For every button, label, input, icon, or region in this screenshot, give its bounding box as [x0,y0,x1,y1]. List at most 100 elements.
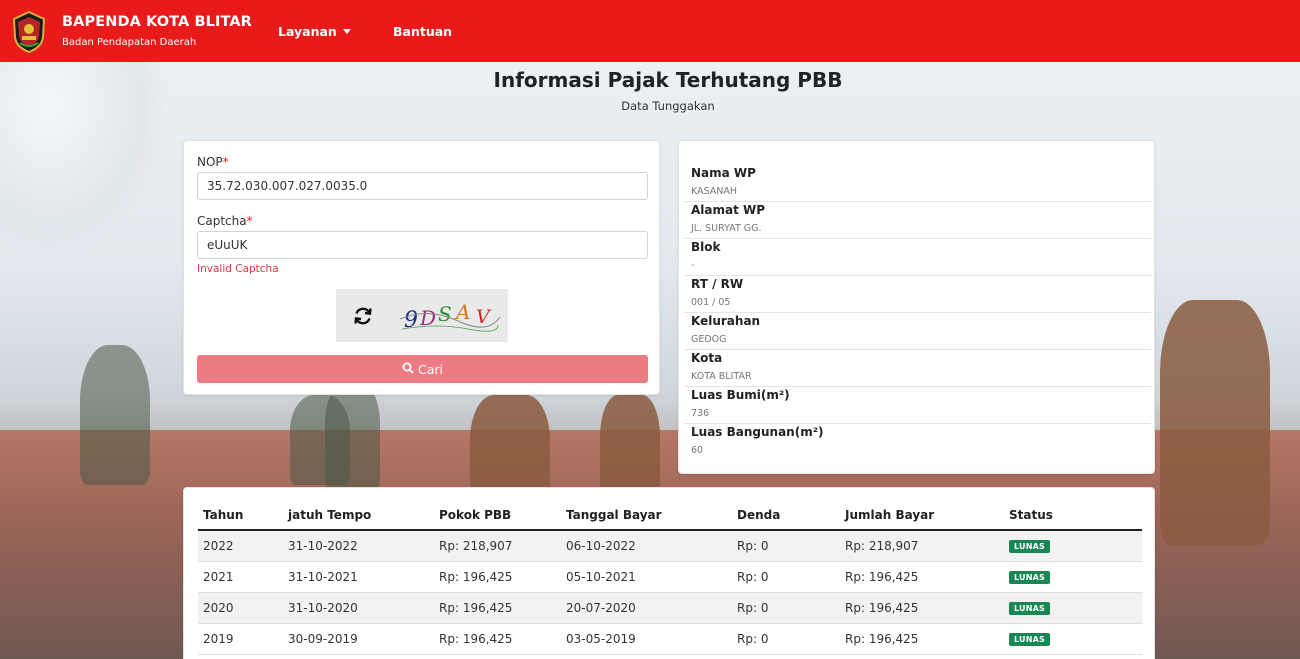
refresh-icon[interactable] [350,303,376,329]
nop-label: NOP* [197,155,229,169]
table-row: 2019 30-09-2019 Rp: 196,425 03-05-2019 R… [198,623,1142,655]
brand-subtitle: Badan Pendapatan Daerah [62,37,197,48]
svg-text:S: S [438,302,452,326]
cell-pokok-pbb: Rp: 196,425 [434,592,561,624]
status-badge: LUNAS [1009,539,1050,553]
nop-label-text: NOP [197,155,223,169]
nav-layanan-dropdown[interactable]: Layanan [278,24,351,39]
cell-tanggal-bayar: 06-10-2022 [561,530,732,562]
cell-status: LUNAS [1004,561,1142,593]
column-header[interactable]: Denda [732,500,840,531]
page-subtitle: Data Tunggakan [621,99,715,113]
status-badge: LUNAS [1009,601,1050,615]
payment-history-card: Tahun jatuh Tempo Pokok PBB Tanggal Baya… [183,487,1155,659]
search-icon [402,362,414,377]
cell-denda: Rp: 0 [732,561,840,593]
chevron-down-icon [342,29,351,34]
column-header[interactable]: Status [1004,500,1142,531]
cell-jatuh-tempo: 30-09-2019 [283,623,434,655]
cell-tanggal-bayar: 20-07-2020 [561,592,732,624]
info-row-alamat-wp: Alamat WP JL. SURYAT GG. [684,202,1151,239]
table-row: 2021 31-10-2021 Rp: 196,425 05-10-2021 R… [198,561,1142,593]
info-row-luas-bangunan: Luas Bangunan(m²) 60 [684,424,1151,461]
required-mark: * [222,155,229,169]
captcha-label-text: Captcha [197,214,247,228]
captcha-label: Captcha* [197,214,253,228]
captcha-image: 9 D S A V [398,299,502,333]
status-badge: LUNAS [1009,570,1050,584]
page-title: Informasi Pajak Terhutang PBB [493,68,843,92]
info-value: 60 [691,445,704,456]
info-row-nama-wp: Nama WP KASANAH [684,165,1151,202]
info-value: GEDOG [691,334,727,345]
cell-pokok-pbb: Rp: 196,425 [434,623,561,655]
search-form-card: NOP* Captcha* Invalid Captcha 9 D S A V [183,140,660,395]
captcha-error-message: Invalid Captcha [197,263,279,275]
search-button[interactable]: Cari [197,355,648,383]
nav-bantuan-link[interactable]: Bantuan [393,24,452,39]
brand-title[interactable]: BAPENDA KOTA BLITAR [62,14,252,30]
cell-status: LUNAS [1004,530,1142,562]
cell-denda: Rp: 0 [732,530,840,562]
column-header[interactable]: Jumlah Bayar [840,500,1004,531]
info-value: KASANAH [691,186,738,197]
info-value: 736 [691,408,710,419]
cell-jumlah-bayar: Rp: 196,425 [840,592,1004,624]
column-header[interactable]: Pokok PBB [434,500,561,531]
captcha-box: 9 D S A V [336,289,508,342]
cell-tanggal-bayar: 03-05-2019 [561,623,732,655]
column-header[interactable]: Tahun [198,500,283,531]
info-label: Blok [691,240,721,254]
cell-jumlah-bayar: Rp: 196,425 [840,561,1004,593]
info-row-rt-rw: RT / RW 001 / 05 [684,276,1151,313]
cell-jumlah-bayar: Rp: 218,907 [840,530,1004,562]
nop-input[interactable] [197,172,648,200]
column-header[interactable]: Tanggal Bayar [561,500,732,531]
nav-layanan-label: Layanan [278,24,337,39]
svg-text:9: 9 [404,308,418,333]
info-label: Kelurahan [691,314,761,328]
info-label: Kota [691,351,723,365]
column-header[interactable]: jatuh Tempo [283,500,434,531]
info-label: Nama WP [691,166,756,180]
cell-denda: Rp: 0 [732,623,840,655]
table-header-row: Tahun jatuh Tempo Pokok PBB Tanggal Baya… [198,500,1142,531]
table-row: 2022 31-10-2022 Rp: 218,907 06-10-2022 R… [198,530,1142,562]
cell-jatuh-tempo: 31-10-2021 [283,561,434,593]
table-row: 2020 31-10-2020 Rp: 196,425 20-07-2020 R… [198,592,1142,624]
info-label: RT / RW [691,277,744,291]
info-label: Alamat WP [691,203,766,217]
navbar: BAPENDA KOTA BLITAR Badan Pendapatan Dae… [0,0,1300,62]
cell-pokok-pbb: Rp: 218,907 [434,530,561,562]
svg-text:V: V [476,306,492,328]
info-value: KOTA BLITAR [691,371,752,382]
cell-jatuh-tempo: 31-10-2020 [283,592,434,624]
cell-jumlah-bayar: Rp: 196,425 [840,623,1004,655]
required-mark: * [246,214,253,228]
info-value: - [691,260,695,271]
cell-tahun: 2021 [198,561,283,593]
status-badge: LUNAS [1009,632,1050,646]
cell-denda: Rp: 0 [732,592,840,624]
cell-tahun: 2019 [198,623,283,655]
info-row-luas-bumi: Luas Bumi(m²) 736 [684,387,1151,424]
cell-tahun: 2022 [198,530,283,562]
captcha-input[interactable] [197,231,648,259]
search-button-label: Cari [418,361,443,377]
info-value: JL. SURYAT GG. [691,223,762,234]
info-row-kota: Kota KOTA BLITAR [684,350,1151,387]
info-row-kelurahan: Kelurahan GEDOG [684,313,1151,350]
city-emblem-icon[interactable] [12,10,46,54]
cell-status: LUNAS [1004,623,1142,655]
cell-jatuh-tempo: 31-10-2022 [283,530,434,562]
info-label: Luas Bumi(m²) [691,388,790,402]
cell-tanggal-bayar: 05-10-2021 [561,561,732,593]
info-value: 001 / 05 [691,297,731,308]
cell-tahun: 2020 [198,592,283,624]
info-row-blok: Blok - [684,239,1151,276]
info-label: Luas Bangunan(m²) [691,425,824,439]
cell-pokok-pbb: Rp: 196,425 [434,561,561,593]
payment-history-table: Tahun jatuh Tempo Pokok PBB Tanggal Baya… [198,500,1142,655]
taxpayer-info-card: Nama WP KASANAH Alamat WP JL. SURYAT GG.… [678,140,1155,474]
cell-status: LUNAS [1004,592,1142,624]
